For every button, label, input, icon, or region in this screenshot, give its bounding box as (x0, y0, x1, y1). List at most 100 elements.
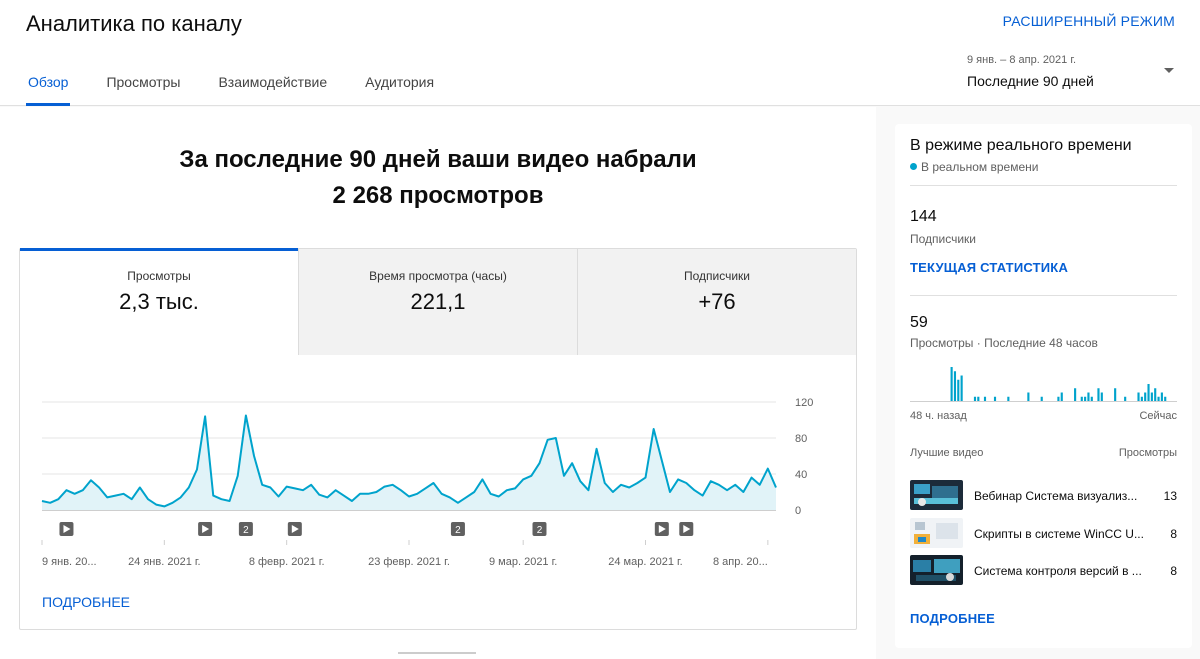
more-details-link[interactable]: ПОДРОБНЕЕ (42, 594, 130, 610)
video-title: Вебинар Система визуализ... (974, 489, 1138, 503)
hourly-views-bar (1114, 388, 1117, 401)
video-title: Система контроля версий в ... (974, 564, 1142, 578)
version-control-thumbnail-icon (910, 555, 963, 585)
divider (910, 295, 1177, 296)
date-range-dates: 9 янв. – 8 апр. 2021 г. (967, 54, 1077, 66)
videos-published-count-marker[interactable]: 2 (238, 522, 253, 536)
y-tick-label: 120 (795, 397, 813, 409)
hourly-views-bar (1150, 392, 1153, 401)
hourly-views-bar (1074, 388, 1077, 401)
videos-published-count-marker[interactable]: 2 (450, 522, 465, 536)
metric-value: +76 (698, 289, 736, 314)
hourly-views-bar (1060, 392, 1063, 401)
hourly-views-bar (1164, 396, 1167, 401)
hourly-views-bar (1084, 396, 1087, 401)
hourly-views-bar (1087, 392, 1090, 401)
video-published-marker[interactable] (679, 522, 694, 536)
marker-count: 2 (537, 525, 543, 536)
metric-tab-watch-time[interactable]: Время просмотра (часы) 221,1 (298, 249, 577, 355)
hourly-views-bar (1160, 392, 1163, 401)
hourly-views-bar (1157, 396, 1160, 401)
hourly-views-bar (1090, 396, 1093, 401)
hourly-views-bar (950, 367, 953, 401)
x-tick-label: 9 янв. 20... (42, 556, 97, 568)
hourly-views-bar (960, 375, 963, 401)
hourly-views-bar (983, 396, 987, 401)
tab-engagement[interactable]: Взаимодействие (218, 74, 327, 106)
top-videos-views-header: Просмотры (1118, 447, 1177, 459)
hourly-views-bar (1144, 392, 1147, 401)
metric-label: Просмотры (127, 269, 191, 283)
video-views: 8 (1170, 527, 1177, 541)
hourly-views-bar (953, 371, 957, 401)
page-title: Аналитика по каналу (26, 11, 242, 36)
metric-label: Время просмотра (часы) (369, 269, 507, 283)
x-tick-label: 8 апр. 20... (713, 556, 768, 568)
hourly-views-bar (1147, 384, 1150, 401)
advanced-mode-button[interactable]: РАСШИРЕННЫЙ РЕЖИМ (1003, 13, 1175, 29)
videos-published-count-marker[interactable]: 2 (532, 522, 547, 536)
hourly-views-bar (1057, 396, 1060, 401)
hourly-views-bar (1100, 392, 1103, 401)
y-tick-label: 80 (795, 433, 807, 445)
y-tick-label: 0 (795, 505, 801, 517)
hourly-views-bar (1124, 396, 1127, 401)
realtime-more-link[interactable]: ПОДРОБНЕЕ (910, 611, 995, 626)
scripts-thumbnail-icon (910, 518, 963, 548)
top-video-row[interactable]: Система контроля версий в ... 8 (910, 555, 1177, 585)
metric-tabs: Просмотры 2,3 тыс. Время просмотра (часы… (20, 248, 856, 355)
realtime-title: В режиме реального времени (910, 137, 1132, 154)
x-tick-label: 9 мар. 2021 г. (489, 556, 557, 568)
top-video-row[interactable]: Вебинар Система визуализ... 13 (910, 480, 1177, 510)
video-published-marker[interactable] (654, 522, 669, 536)
date-range-label: Последние 90 дней (967, 73, 1094, 89)
x-tick-label: 24 янв. 2021 г. (128, 556, 201, 568)
metric-label: Подписчики (683, 269, 750, 283)
realtime-views-count: 59 (910, 314, 928, 331)
hourly-views-bar (973, 396, 977, 401)
divider (910, 185, 1177, 186)
hourly-views-bar (1140, 396, 1143, 401)
live-label: В реальном времени (921, 160, 1039, 174)
metrics-panel: Просмотры 2,3 тыс. Время просмотра (часы… (19, 248, 857, 630)
hourly-views-chart[interactable] (910, 364, 1177, 402)
top-video-row[interactable]: Скрипты в системе WinCC U... 8 (910, 518, 1177, 548)
tab-bar: Обзор Просмотры Взаимодействие Аудитория (25, 74, 472, 106)
hourly-views-bar (977, 396, 980, 401)
x-tick-label: 23 февр. 2021 г. (368, 556, 450, 568)
realtime-views-label: Просмотры · Последние 48 часов (910, 336, 1098, 350)
webinar-thumbnail-icon (910, 480, 963, 510)
hourly-views-bar (1080, 396, 1083, 401)
hourly-views-bar (1007, 396, 1010, 401)
metric-value: 2,3 тыс. (119, 289, 199, 314)
hourly-views-bar (993, 396, 997, 401)
video-title: Скрипты в системе WinCC U... (974, 527, 1144, 541)
video-published-marker[interactable] (59, 522, 74, 536)
hourly-views-bar (1137, 392, 1140, 401)
current-stats-link[interactable]: ТЕКУЩАЯ СТАТИСТИКА (910, 260, 1068, 275)
marker-count: 2 (455, 525, 461, 536)
top-bar: Аналитика по каналу РАСШИРЕННЫЙ РЕЖИМ Об… (0, 0, 1200, 106)
metric-value: 221,1 (410, 289, 466, 314)
hourly-views-bar (1154, 388, 1157, 401)
date-range-selector[interactable]: 9 янв. – 8 апр. 2021 г. Последние 90 дне… (967, 54, 1177, 89)
subscribers-count: 144 (910, 208, 937, 225)
tab-audience[interactable]: Аудитория (365, 74, 434, 106)
hourly-views-bar (1097, 388, 1100, 401)
hourly-views-bar (957, 379, 960, 401)
realtime-card: В режиме реального времени В реальном вр… (895, 124, 1192, 648)
video-published-marker[interactable] (287, 522, 302, 536)
tab-overview[interactable]: Обзор (25, 74, 71, 106)
overview-card: За последние 90 дней ваши видео набрали … (0, 107, 876, 659)
scroll-indicator (398, 652, 476, 654)
video-views: 8 (1170, 564, 1177, 578)
metric-tab-views[interactable]: Просмотры 2,3 тыс. (20, 248, 298, 355)
tab-views[interactable]: Просмотры (106, 74, 180, 106)
video-published-marker[interactable] (198, 522, 213, 536)
x-tick-label: 24 мар. 2021 г. (608, 556, 682, 568)
views-chart[interactable]: 120 80 40 0 2 2 2 9 янв. 20... 24 янв. 2021 г. 8 … (20, 355, 858, 585)
headline-line-2: 2 268 просмотров (332, 182, 544, 209)
metric-tab-subscribers[interactable]: Подписчики +76 (577, 249, 856, 355)
y-tick-label: 40 (795, 469, 807, 481)
subscribers-label: Подписчики (910, 232, 977, 246)
